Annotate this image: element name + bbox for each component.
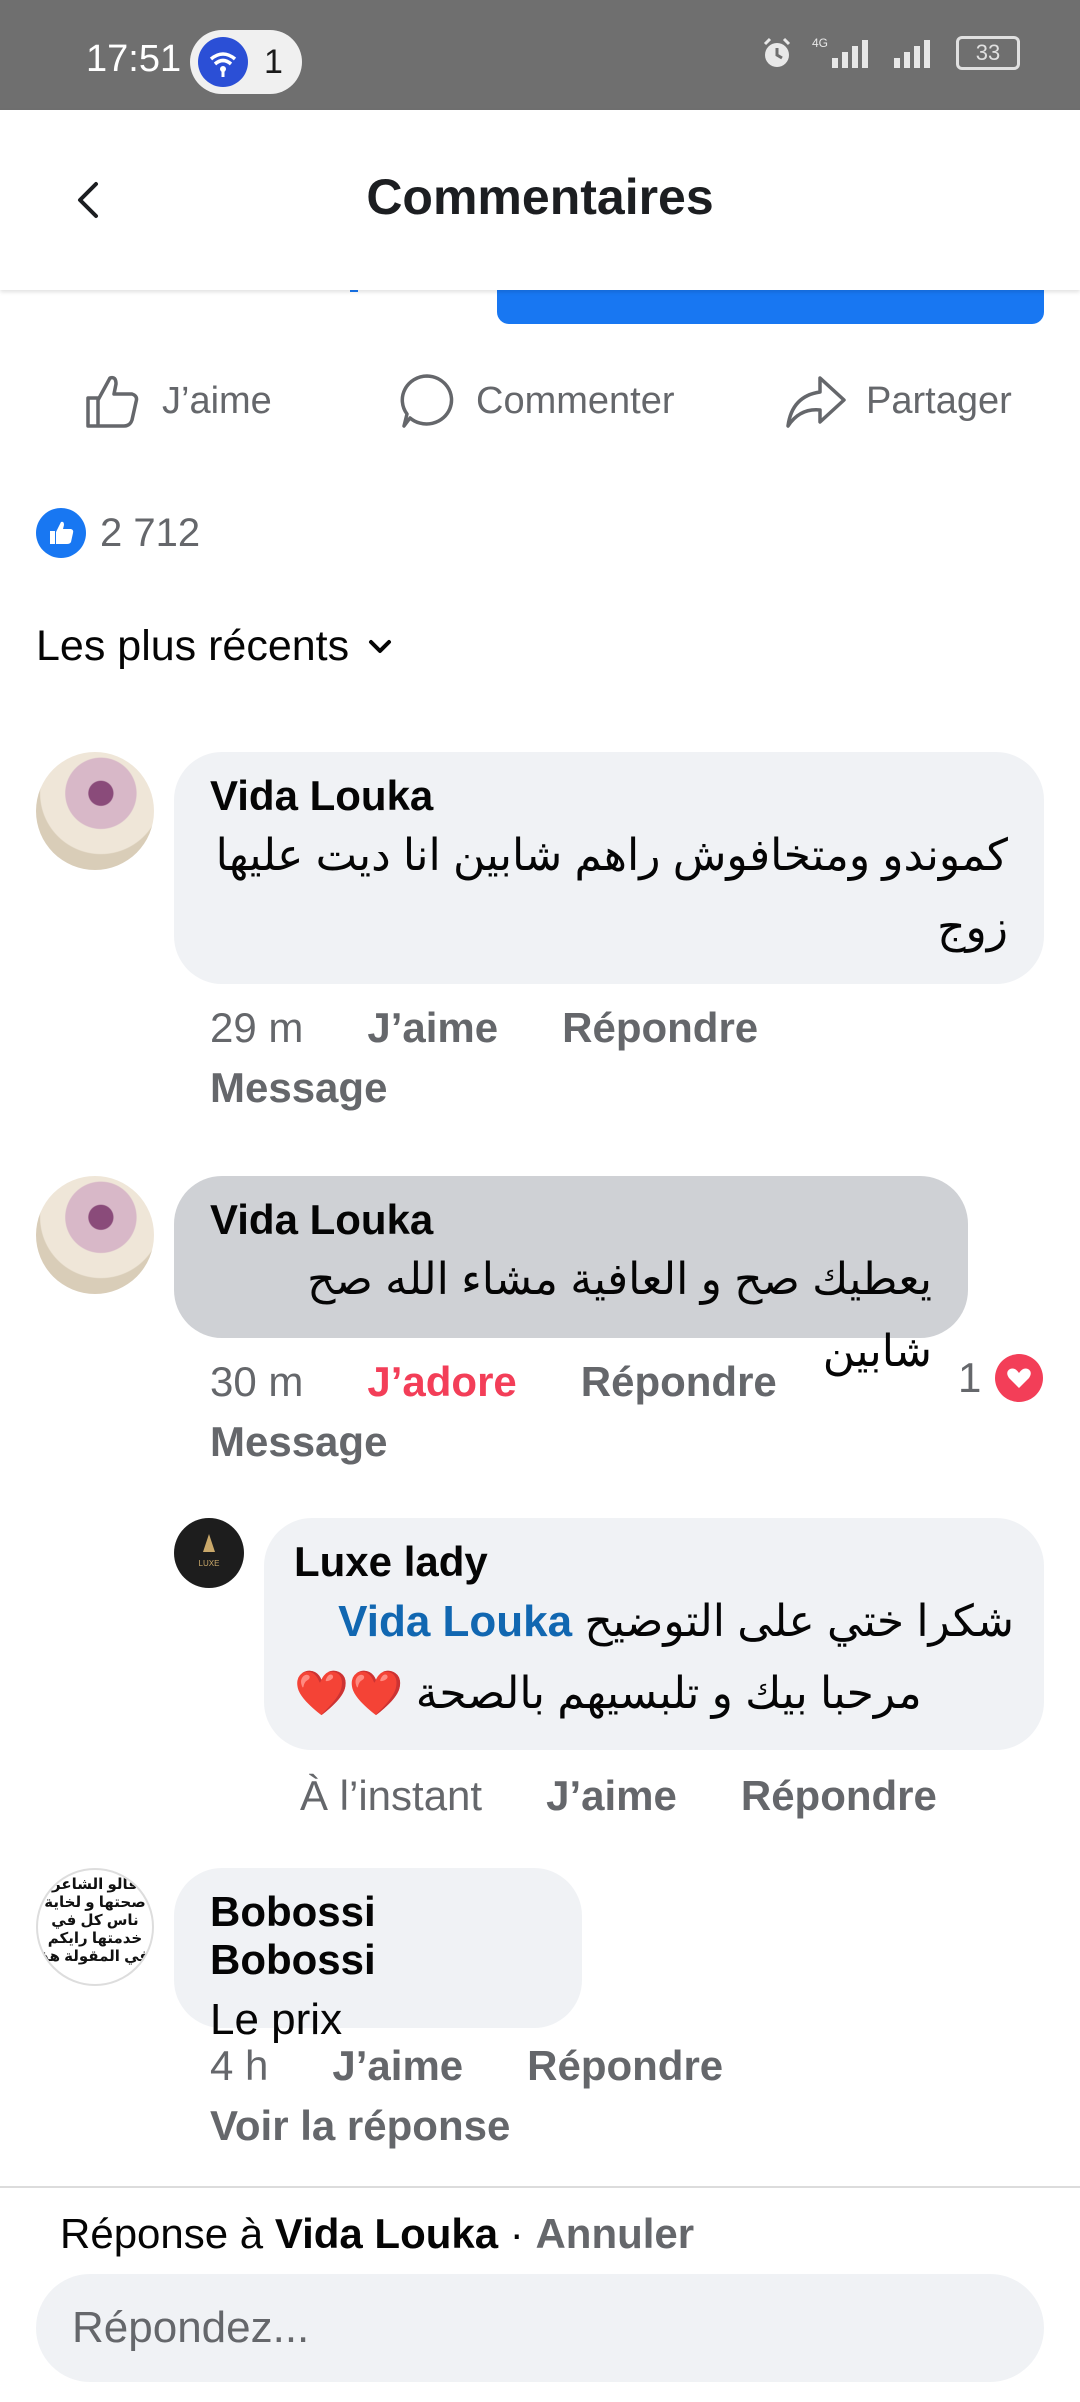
share-button[interactable]: Partager <box>784 370 1012 432</box>
svg-text:4G: 4G <box>812 36 828 50</box>
comment-button[interactable]: Commenter <box>396 370 675 432</box>
hotspot-count: 1 <box>264 43 283 81</box>
reaction-number: 1 <box>958 1354 982 1401</box>
reaction-count: 2 712 <box>100 510 201 555</box>
like-label: J’aime <box>162 379 272 422</box>
reply-separator: · <box>509 2210 524 2257</box>
comment-meta: 30 m J’adore Répondre <box>210 1358 841 1406</box>
app-header: Commentaires <box>0 110 1080 290</box>
comment-bubble[interactable]: Vida Louka يعطيك صح و العافية مشاء الله … <box>174 1176 968 1376</box>
comment-time: 4 h <box>210 2042 269 2089</box>
thumbs-up-icon <box>86 375 139 428</box>
status-icons: 4G 33 <box>760 36 1020 70</box>
alarm-icon <box>763 37 791 67</box>
wifi-icon <box>198 37 248 87</box>
comment-reply-button[interactable]: Répondre <box>581 1358 777 1406</box>
comment-time: 30 m <box>210 1358 304 1405</box>
comment-like-button[interactable]: J’aime <box>332 2042 463 2090</box>
sort-dropdown[interactable]: Les plus récents <box>36 622 397 671</box>
post-actions: J’aime Commenter Partager <box>0 370 1080 460</box>
view-replies-link[interactable]: Voir la réponse <box>210 2102 510 2150</box>
avatar[interactable]: LUXE <box>174 1518 244 1588</box>
heart-icon <box>995 1354 1044 1402</box>
comment-time: À l’instant <box>300 1772 483 1819</box>
comment-label: Commenter <box>476 379 675 422</box>
share-arrow-icon <box>786 376 846 428</box>
comment-like-button[interactable]: J’aime <box>367 1004 498 1052</box>
status-bar: 17:51 1 4G 33 <box>0 0 1080 110</box>
like-button[interactable]: J’aime <box>82 370 272 432</box>
signal-4g-icon: 4G <box>812 36 868 68</box>
avatar[interactable] <box>36 752 154 870</box>
status-time: 17:51 <box>86 38 182 80</box>
like-reaction-icon <box>36 508 86 558</box>
comment-love-button[interactable]: J’adore <box>367 1358 516 1406</box>
reply-input[interactable] <box>36 2274 1044 2382</box>
comment-author[interactable]: Bobossi Bobossi <box>210 1888 546 1984</box>
avatar[interactable] <box>36 1176 154 1294</box>
page-title: Commentaires <box>366 169 714 225</box>
comment-author[interactable]: Vida Louka <box>210 1196 932 1244</box>
mention-link[interactable]: Vida Louka <box>338 1597 572 1646</box>
comment-text: شكرا ختي على التوضيح Vida Louka <box>294 1586 1014 1658</box>
avatar[interactable]: قالو الشاعر صحتها و لخاية ناس كل في خدمت… <box>36 1868 154 1986</box>
chevron-down-icon <box>369 639 392 653</box>
share-label: Partager <box>866 379 1012 422</box>
signal-icon <box>894 40 930 68</box>
comment-author[interactable]: Vida Louka <box>210 772 1008 820</box>
comment-reply-button[interactable]: Répondre <box>562 1004 758 1052</box>
comment-bubble[interactable]: Bobossi Bobossi Le prix <box>174 1868 582 2044</box>
comment-reply-button[interactable]: Répondre <box>741 1772 937 1820</box>
comment-reply-button[interactable]: Répondre <box>527 2042 723 2090</box>
avatar-text: قالو الشاعر صحتها و لخاية ناس كل في خدمت… <box>40 1876 150 1965</box>
battery-icon: 33 <box>956 36 1020 70</box>
reply-composer: Réponse à Vida Louka · Annuler <box>0 2186 1080 2402</box>
comment-message-button[interactable]: Message <box>210 1418 387 1466</box>
comment-meta: 4 h J’aime Répondre <box>210 2042 787 2090</box>
reply-prefix: Réponse à <box>60 2210 264 2257</box>
luxe-logo-icon: LUXE <box>199 1534 220 1568</box>
cancel-reply-button[interactable]: Annuler <box>535 2210 694 2257</box>
reply-text-line1: شكرا ختي على التوضيح <box>584 1597 1014 1646</box>
sort-label: Les plus récents <box>36 622 350 670</box>
comment-meta: À l’instant J’aime Répondre <box>300 1772 1001 1820</box>
comment-time: 29 m <box>210 1004 304 1051</box>
comment-text: كموندو ومتخافوش راهم شابين انا ديت عليها… <box>215 831 1008 952</box>
comment-author[interactable]: Luxe lady <box>294 1538 1014 1586</box>
comment-reaction-count[interactable]: 1 <box>958 1354 1044 1402</box>
comment-message-button[interactable]: Message <box>210 1064 387 1112</box>
reply-target: Vida Louka <box>274 2210 499 2257</box>
comment-like-button[interactable]: J’aime <box>546 1772 677 1820</box>
reply-text-line2: مرحبا بيك و تلبسيهم بالصحة ❤️❤️ <box>294 1669 922 1718</box>
replying-to-banner: Réponse à Vida Louka · Annuler <box>60 2210 694 2258</box>
comment-meta: 29 m J’aime Répondre <box>210 1004 822 1052</box>
reply-bubble[interactable]: Luxe lady شكرا ختي على التوضيح Vida Louk… <box>264 1518 1044 1750</box>
hotspot-indicator: 1 <box>190 30 302 94</box>
reaction-summary[interactable]: 2 712 <box>36 508 200 558</box>
comment-bubble-icon <box>400 374 454 428</box>
comment-bubble[interactable]: Vida Louka كموندو ومتخافوش راهم شابين ان… <box>174 752 1044 984</box>
svg-text:LUXE: LUXE <box>199 1559 220 1568</box>
